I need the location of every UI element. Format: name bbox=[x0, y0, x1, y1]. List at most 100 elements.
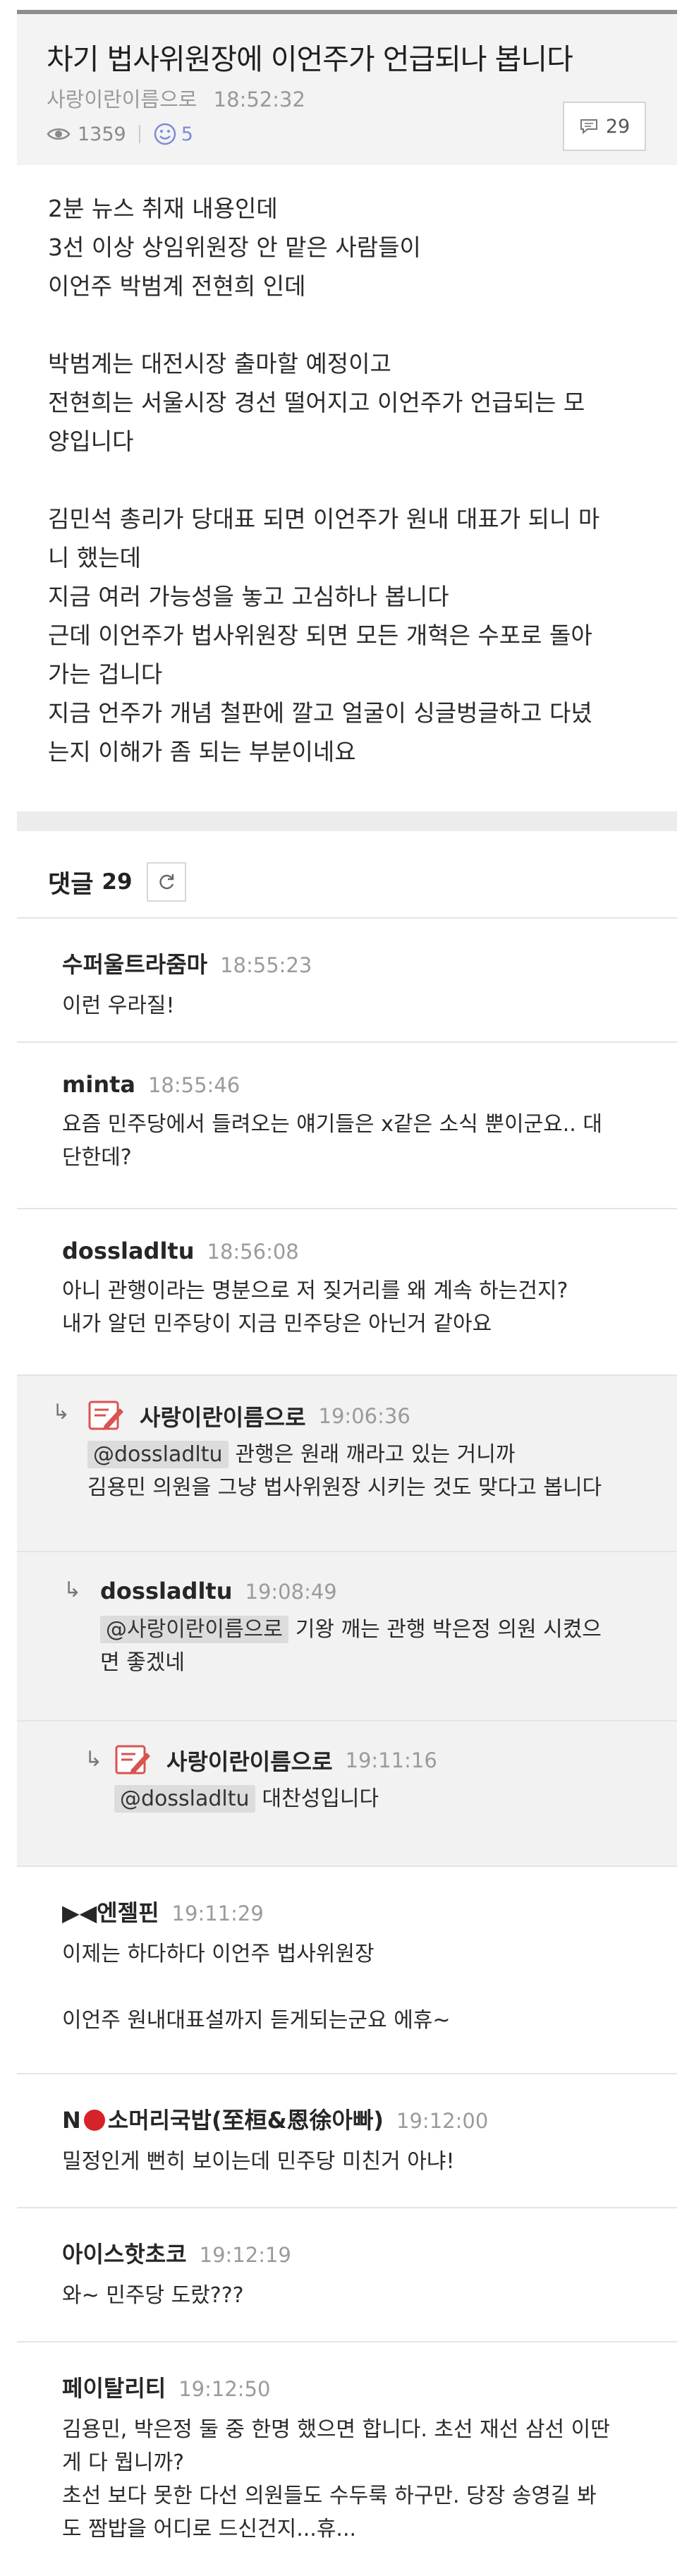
body-line: 근데 이언주가 법사위원장 되면 모든 개혁은 수포로 돌아 bbox=[48, 622, 592, 649]
comment-line: 내가 알던 민주당이 지금 민주당은 아닌거 같아요 bbox=[62, 1312, 492, 1336]
comment-line: 이제는 하다하다 이언주 법사위원장 bbox=[62, 1942, 375, 1966]
comment-item: minta 18:55:46 요즘 민주당에서 들려오는 얘기들은 x같은 소식… bbox=[17, 1041, 677, 1208]
comment-author[interactable]: N 소머리국밥(至桓&恩徐아빠) bbox=[62, 2103, 384, 2135]
red-circle-icon bbox=[83, 2110, 105, 2131]
pencil-badge-icon bbox=[88, 1401, 123, 1430]
comment-line: 밀정인게 뻔히 보이는데 민주당 미친거 아냐! bbox=[62, 2149, 455, 2174]
body-line: 가는 겁니다 bbox=[48, 660, 163, 688]
comment-line: 대찬성입니다 bbox=[262, 1786, 379, 1811]
post-author[interactable]: 사랑이란이름으로 bbox=[47, 87, 197, 111]
post-body: 2분 뉴스 취재 내용인데 3선 이상 상임위원장 안 맡은 사람들이 이언주 … bbox=[48, 189, 655, 771]
comment-author[interactable]: 페이탈리티 bbox=[62, 2371, 166, 2403]
post-header: 차기 법사위원장에 이언주가 언급되나 봅니다 사랑이란이름으로 18:52:3… bbox=[17, 10, 677, 165]
comment-text: 이런 우라질! bbox=[62, 989, 646, 1022]
mention-tag[interactable]: @dossladltu bbox=[87, 1441, 229, 1468]
mention-tag[interactable]: @dossladltu bbox=[114, 1785, 255, 1813]
comment-author[interactable]: 사랑이란이름으로 bbox=[140, 1400, 306, 1432]
like-count-value: 5 bbox=[181, 123, 193, 145]
refresh-icon bbox=[159, 874, 174, 890]
comment-time: 19:12:50 bbox=[178, 2377, 271, 2401]
comments-count: 29 bbox=[102, 869, 133, 895]
comment-author[interactable]: 사랑이란이름으로 bbox=[166, 1744, 333, 1777]
comment-time: 19:06:36 bbox=[318, 1404, 410, 1428]
post-title: 차기 법사위원장에 이언주가 언급되나 봅니다 bbox=[47, 42, 573, 76]
comment-line: 김용민 의원을 그냥 법사위원장 시키는 것도 맞다고 봅니다 bbox=[87, 1475, 602, 1500]
post-meta: 사랑이란이름으로 18:52:32 bbox=[47, 83, 305, 113]
comment-text: 요즘 민주당에서 들려오는 얘기들은 x같은 소식 뿐이군요.. 대 단한데? bbox=[62, 1108, 646, 1174]
comment-line bbox=[62, 1971, 646, 2004]
body-line: 박범계는 대전시장 출마할 예정이고 bbox=[48, 350, 391, 377]
eye-icon bbox=[47, 128, 71, 140]
post-page: 차기 법사위원장에 이언주가 언급되나 봅니다 사랑이란이름으로 18:52:3… bbox=[17, 0, 677, 2576]
reply-item: ↳ dossladltu 19:08:49 @사랑이란이름으로 기왕 깨는 관행 … bbox=[17, 1551, 677, 1720]
speech-bubble-icon bbox=[580, 119, 597, 135]
reply-item: ↳ 사랑이란이름으로 19:06:36 @dossladltu 관행은 원래 깨라… bbox=[17, 1374, 677, 1551]
body-line: 2분 뉴스 취재 내용인데 bbox=[48, 195, 278, 222]
comment-item: 아이스핫초코 19:12:19 와~ 민주당 도랐??? bbox=[17, 2207, 677, 2341]
body-line: 전현희는 서울시장 경선 떨어지고 이언주가 언급되는 모 bbox=[48, 389, 585, 416]
comment-text: 김용민, 박은정 둘 중 한명 했으면 합니다. 초선 재선 삼선 이딴 게 다… bbox=[62, 2413, 646, 2546]
comment-item: N 소머리국밥(至桓&恩徐아빠) 19:12:00 밀정인게 뻔히 보이는데 민주… bbox=[17, 2073, 677, 2207]
comment-line: 기왕 깨는 관행 박은정 의원 시켰으 bbox=[295, 1617, 602, 1642]
comment-author[interactable]: ▶◀엔젤핀 bbox=[62, 1895, 159, 1928]
comment-text: @dossladltu 대찬성입니다 bbox=[114, 1782, 646, 1815]
like-count[interactable]: 5 bbox=[153, 122, 193, 146]
comment-item: ▶◀엔젤핀 19:11:29 이제는 하다하다 이언주 법사위원장 이언주 원내… bbox=[17, 1866, 677, 2073]
comment-time: 18:55:46 bbox=[147, 1073, 241, 1097]
stats-divider bbox=[138, 125, 140, 143]
comment-line: 초선 보다 못한 다선 의원들도 수두룩 하구만. 당장 송영길 봐 bbox=[62, 2484, 597, 2508]
comment-item: 페이탈리티 19:12:50 김용민, 박은정 둘 중 한명 했으면 합니다. … bbox=[17, 2341, 677, 2574]
comment-text: 아니 관행이라는 명분으로 저 짖거리를 왜 계속 하는건지? 내가 알던 민주… bbox=[62, 1274, 646, 1341]
post-stats: 1359 5 bbox=[47, 120, 193, 148]
section-divider bbox=[17, 811, 677, 831]
comment-author[interactable]: dossladltu bbox=[62, 1238, 195, 1264]
body-line: 는지 이해가 좀 되는 부분이네요 bbox=[48, 738, 356, 766]
comment-line: 요즘 민주당에서 들려오는 얘기들은 x같은 소식 뿐이군요.. 대 bbox=[62, 1112, 602, 1137]
body-line: 이언주 박범계 전현희 인데 bbox=[48, 272, 306, 300]
comments-title: 댓글 bbox=[48, 870, 94, 899]
comment-time: 19:11:16 bbox=[345, 1748, 437, 1772]
body-line: 양입니다 bbox=[48, 428, 134, 455]
comment-line: 단한데? bbox=[62, 1145, 132, 1170]
comment-author[interactable]: minta bbox=[62, 1071, 135, 1098]
comment-line: 이언주 원내대표설까지 듣게되는군요 에휴~ bbox=[62, 2008, 451, 2033]
comment-text: 와~ 민주당 도랐??? bbox=[62, 2279, 646, 2312]
body-line: 김민석 총리가 당대표 되면 이언주가 원내 대표가 되니 마 bbox=[48, 505, 600, 533]
comment-item: dossladltu 18:56:08 아니 관행이라는 명분으로 저 짖거리를… bbox=[17, 1208, 677, 1374]
comment-author[interactable]: 아이스핫초코 bbox=[62, 2237, 187, 2269]
comment-text: @dossladltu 관행은 원래 깨라고 있는 거니까 김용민 의원을 그냥 … bbox=[87, 1438, 646, 1504]
comment-line: 아니 관행이라는 명분으로 저 짖거리를 왜 계속 하는건지? bbox=[62, 1278, 568, 1303]
comment-line: 관행은 원래 깨라고 있는 거니까 bbox=[235, 1442, 516, 1467]
comment-author[interactable]: 수퍼울트라줌마 bbox=[62, 947, 207, 979]
comment-time: 19:12:19 bbox=[199, 2243, 291, 2267]
comment-text: 이제는 하다하다 이언주 법사위원장 이언주 원내대표설까지 듣게되는군요 에휴… bbox=[62, 1937, 646, 2037]
comment-line: 게 다 뭡니까? bbox=[62, 2450, 184, 2475]
view-count: 1359 bbox=[47, 123, 126, 145]
post-time: 18:52:32 bbox=[213, 87, 305, 111]
mention-tag[interactable]: @사랑이란이름으로 bbox=[100, 1616, 288, 1643]
comment-text: @사랑이란이름으로 기왕 깨는 관행 박은정 의원 시켰으 면 좋겠네 bbox=[100, 1613, 646, 1679]
body-line: 니 했는데 bbox=[48, 544, 141, 572]
comment-list: 수퍼울트라줌마 18:55:23 이런 우라질! minta 18:55:46 … bbox=[17, 917, 677, 2574]
comment-time: 19:11:29 bbox=[171, 1901, 264, 1925]
comment-author[interactable]: dossladltu bbox=[100, 1578, 233, 1604]
comment-line: 면 좋겠네 bbox=[100, 1650, 185, 1675]
body-line: 지금 언주가 개념 철판에 깔고 얼굴이 싱글벙글하고 다녔 bbox=[48, 699, 592, 727]
reply-item: ↳ 사랑이란이름으로 19:11:16 @dossladltu 대찬성입니다 bbox=[17, 1720, 677, 1866]
comment-author-prefix: N bbox=[62, 2107, 81, 2134]
comments-header: 댓글 29 bbox=[48, 862, 186, 902]
comment-line: 김용민, 박은정 둘 중 한명 했으면 합니다. 초선 재선 삼선 이딴 bbox=[62, 2417, 610, 2442]
view-count-value: 1359 bbox=[78, 123, 126, 145]
comment-time: 18:55:23 bbox=[220, 953, 312, 977]
body-line: 3선 이상 상임위원장 안 맡은 사람들이 bbox=[48, 234, 421, 261]
comment-count-button[interactable]: 29 bbox=[563, 102, 646, 151]
comment-item: 수퍼울트라줌마 18:55:23 이런 우라질! bbox=[17, 917, 677, 1041]
pencil-badge-icon bbox=[115, 1745, 150, 1774]
comment-time: 18:56:08 bbox=[207, 1240, 299, 1264]
comment-line: 와~ 민주당 도랐??? bbox=[62, 2283, 244, 2308]
smile-icon bbox=[154, 123, 176, 145]
comment-author-suffix: 소머리국밥(至桓&恩徐아빠) bbox=[107, 2107, 384, 2134]
refresh-button[interactable] bbox=[146, 862, 186, 902]
comment-count-value: 29 bbox=[605, 115, 631, 138]
comment-time: 19:08:49 bbox=[245, 1580, 337, 1604]
